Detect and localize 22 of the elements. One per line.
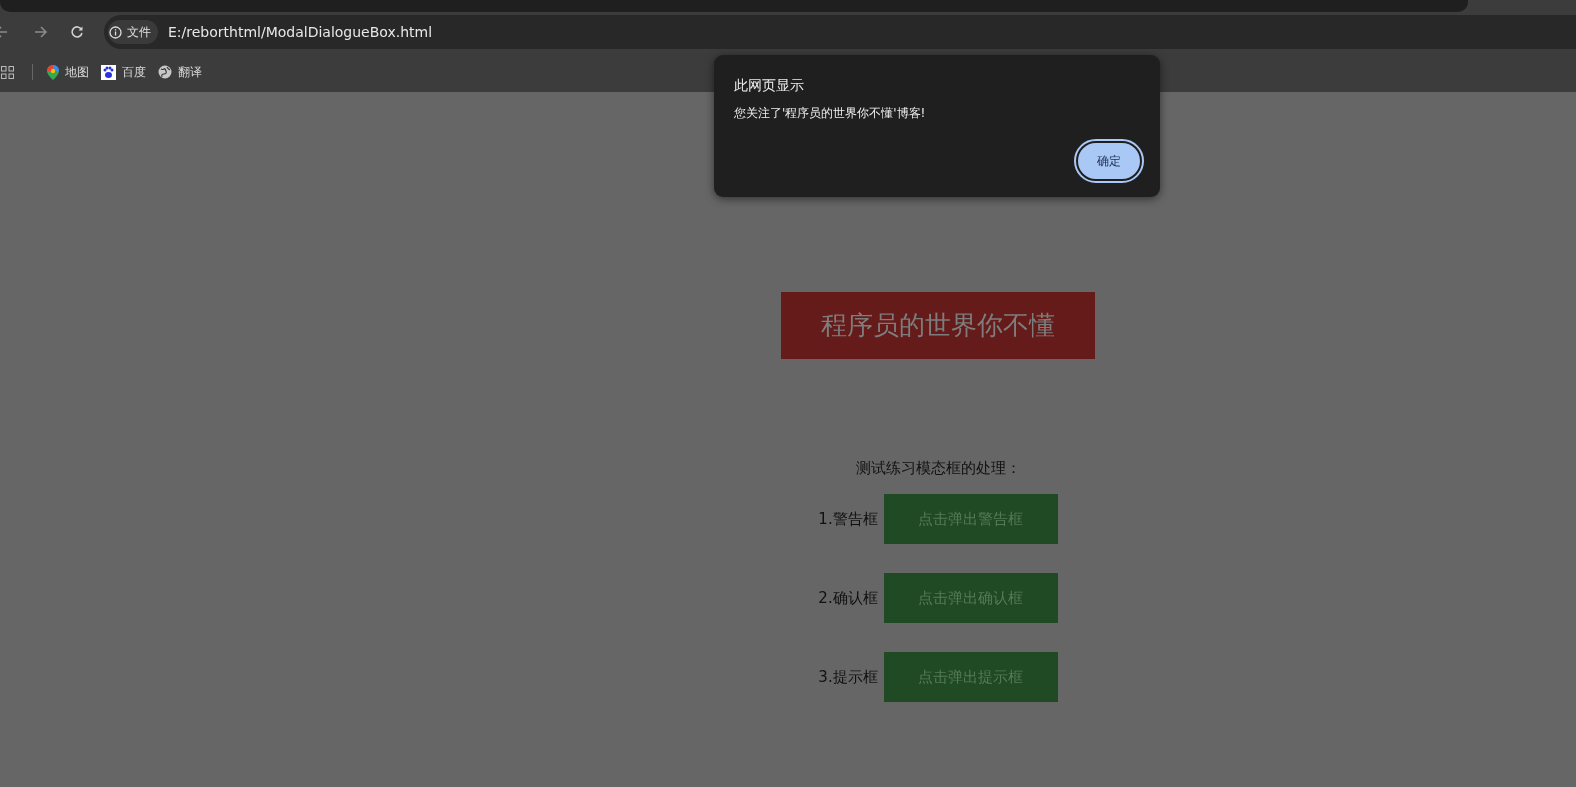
bookmark-item[interactable]: 地图 [47, 63, 89, 81]
row-label: 1.警告框 [818, 509, 878, 529]
url-text: E:/reborthtml/ModalDialogueBox.html [168, 24, 433, 40]
banner-heading: 程序员的世界你不懂 [781, 292, 1095, 359]
site-info-label: 文件 [127, 23, 151, 41]
map-pin-icon [47, 64, 59, 80]
paw-icon [101, 64, 116, 80]
globe-icon [158, 65, 172, 79]
ok-button[interactable]: 确定 [1076, 141, 1142, 181]
row-label: 2.确认框 [818, 588, 878, 608]
reload-icon[interactable] [70, 25, 84, 39]
forward-icon[interactable] [34, 25, 48, 39]
apps-grid-icon[interactable] [1, 65, 14, 79]
row-label: 3.提示框 [818, 667, 878, 687]
info-icon [109, 25, 122, 39]
bookmark-item[interactable]: 翻译 [158, 63, 202, 81]
bookmark-item[interactable]: 百度 [101, 63, 146, 81]
dialog-title: 此网页显示 [734, 77, 805, 95]
dialog-message: 您关注了'程序员的世界你不懂'博客! [734, 105, 927, 122]
site-info-chip[interactable]: 文件 [108, 20, 158, 44]
address-bar[interactable]: 文件 E:/reborthtml/ModalDialogueBox.html [104, 15, 1576, 49]
intro-text: 测试练习模态框的处理： [855, 459, 1021, 478]
